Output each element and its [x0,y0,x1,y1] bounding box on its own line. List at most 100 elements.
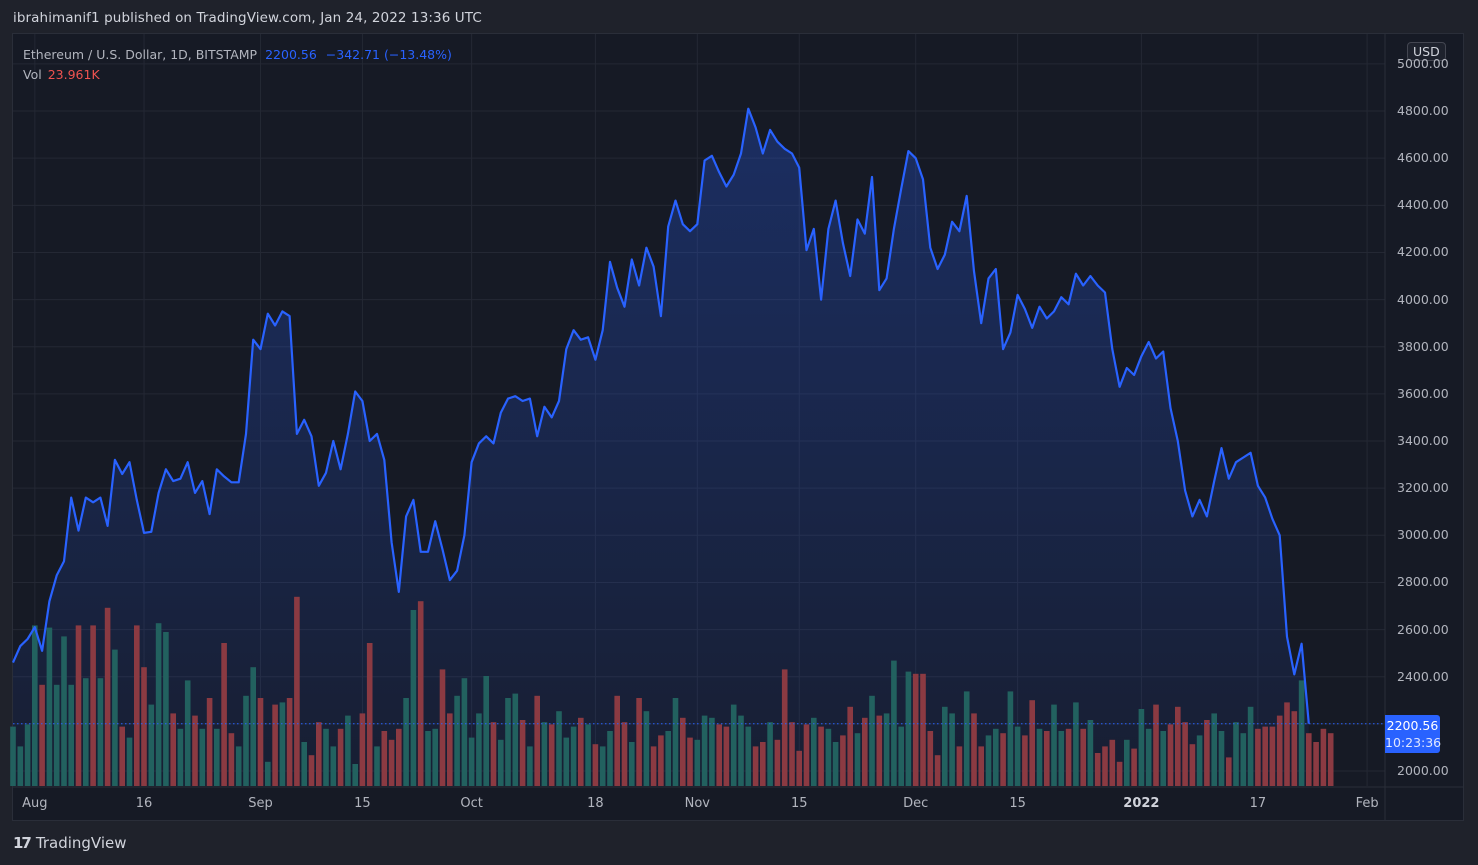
volume-bar-up [403,698,409,786]
volume-bar-down [971,713,977,786]
price-tick-label: 4600.00 [1397,150,1449,166]
volume-bar-up [1051,704,1057,786]
volume-bar-up [993,728,999,786]
volume-bar-down [650,746,657,786]
volume-bar-down [104,607,111,786]
volume-bar-up [1298,680,1305,786]
volume-bar-up [1233,722,1239,786]
volume-bar-up [1124,739,1130,786]
volume-bar-up [1247,706,1254,786]
volume-bar-up [476,713,482,786]
volume-bar-down [439,669,446,786]
volume-bar-down [680,717,686,786]
volume-bar-up [163,632,169,786]
volume-bar-down [752,746,759,786]
volume-bar-down [1065,728,1072,786]
volume-bar-down [1327,733,1334,786]
volume-bar-down [337,728,344,786]
volume-bar-down [316,722,322,786]
volume-bar-up [607,731,613,786]
volume-bar-up [250,667,256,786]
volume-bar-down [723,726,730,786]
price-tick-label: 3600.00 [1397,385,1449,401]
tradingview-brand[interactable]: 17 TradingView [13,834,127,852]
volume-bar-up [17,746,24,786]
volume-bar-down [1291,711,1298,786]
volume-bar-up [301,742,307,786]
price-chart[interactable] [0,0,1478,865]
volume-bar-up [1218,731,1225,786]
chart-legend: Ethereum / U.S. Dollar, 1D, BITSTAMP 2200… [23,45,452,85]
volume-bar-down [687,737,693,786]
volume-bar-down [1116,761,1123,786]
volume-bar-up [199,728,206,786]
volume-bar-up [68,684,74,786]
legend-volume-row: Vol 23.961K [23,65,452,85]
volume-bar-down [789,722,795,786]
volume-bar-up [709,717,715,786]
bar-countdown: 10:23:36 [1385,735,1442,750]
volume-bar-down [614,695,620,786]
volume-bar-down [1131,748,1137,786]
volume-bar-up [330,746,337,786]
volume-bar-up [177,728,184,786]
time-tick-label: Sep [248,796,273,811]
current-price-tag: 2200.56 10:23:36 [1385,715,1442,753]
volume-bar-down [519,720,526,786]
price-tick-label: 4800.00 [1397,103,1449,119]
volume-bar-down [876,715,883,786]
volume-bar-down [781,669,788,786]
volume-bar-up [869,695,875,786]
time-tick-label: 15 [1009,796,1026,811]
volume-bar-down [1000,733,1006,786]
volume-bar-down [578,717,584,786]
volume-bar-down [1306,733,1312,786]
volume-bar-down [1204,720,1210,786]
volume-bar-up [811,717,817,786]
volume-bar-up [425,731,431,786]
volume-bar-up [963,691,970,786]
volume-bar-down [760,742,766,786]
volume-bar-down [978,746,984,786]
volume-bar-up [570,726,577,786]
price-tick-label: 3200.00 [1397,480,1449,496]
volume-bar-up [32,625,38,786]
volume-bar-up [10,726,16,786]
volume-bar-up [883,713,890,786]
price-tick-label: 2800.00 [1397,574,1449,590]
volume-bar-up [61,636,67,786]
volume-bar-down [534,695,540,786]
volume-bar-down [1255,728,1261,786]
volume-bar-down [1320,728,1327,786]
volume-bar-down [221,643,227,786]
volume-bar-up [563,737,570,786]
volume-bar-up [483,676,489,786]
volume-bar-up [505,698,511,786]
volume-bar-up [468,737,475,786]
volume-bar-up [672,698,679,786]
volume-bar-down [134,625,140,786]
volume-bar-up [665,731,671,786]
volume-bar-up [243,695,249,786]
time-tick-label: 18 [587,796,604,811]
volume-bar-down [1284,702,1290,786]
volume-bar-up [24,724,31,786]
volume-bar-up [745,726,752,786]
price-tick-label: 2600.00 [1397,621,1449,637]
time-tick-label: Feb [1355,796,1379,811]
legend-symbol-row: Ethereum / U.S. Dollar, 1D, BITSTAMP 2200… [23,45,452,65]
volume-bar-up [498,739,504,786]
volume-bar-down [796,750,802,786]
volume-bar-down [228,733,235,786]
volume-bar-down [1262,726,1268,786]
time-tick-label: 15 [354,796,371,811]
volume-bar-down [912,673,919,786]
volume-bar-down [1189,744,1196,786]
volume-bar-up [265,761,271,786]
volume-bar-down [366,643,373,786]
volume-bar-down [847,706,853,786]
time-tick-label: Nov [684,796,710,811]
volume-bar-up [541,722,548,786]
volume-bar-up [1036,728,1043,786]
volume-bar-up [701,715,708,786]
